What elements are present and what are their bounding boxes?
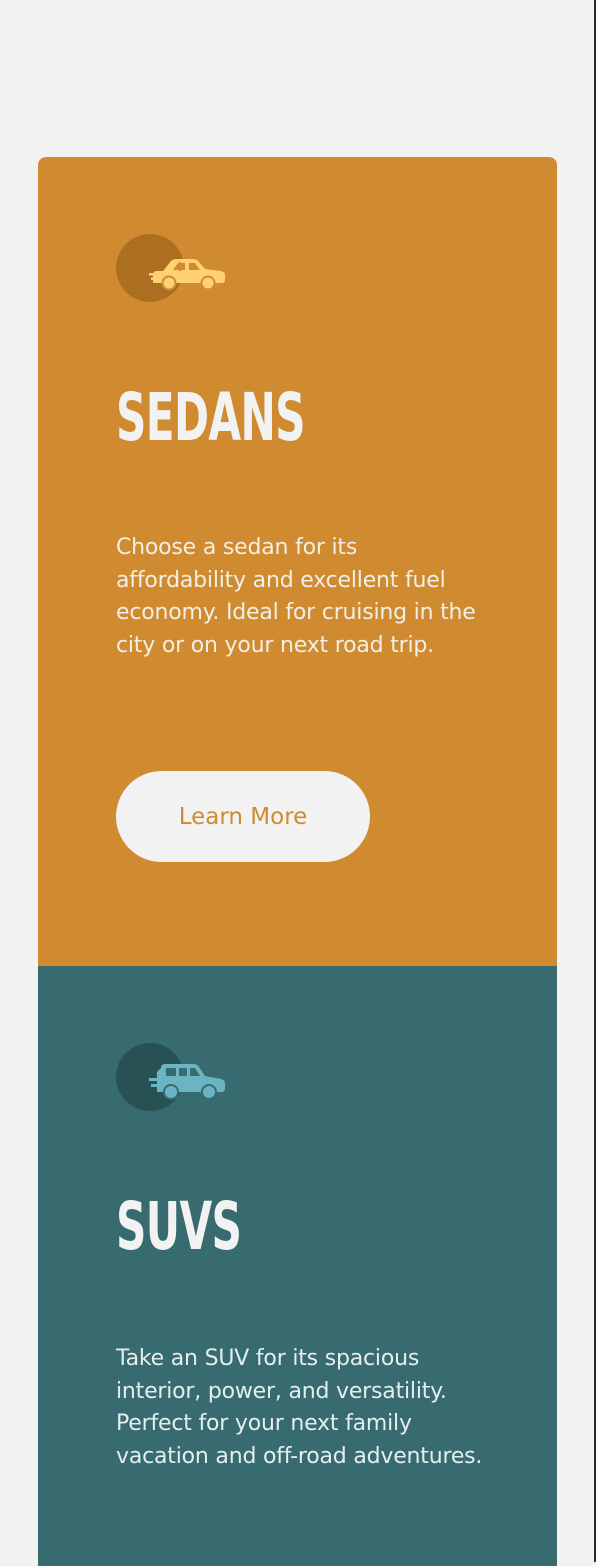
card-title-sedans: SEDANS (116, 379, 306, 456)
card-suvs: SUVS Take an SUV for its spacious interi… (38, 966, 557, 1566)
suv-car-icon (149, 1064, 225, 1100)
suv-icon-container (116, 966, 228, 1113)
card-description-sedans: Choose a sedan for its affordability and… (116, 535, 476, 658)
sedan-car-icon (149, 259, 225, 291)
sedan-icon-container (116, 157, 228, 304)
card-sedans: SEDANS Choose a sedan for its affordabil… (38, 157, 557, 966)
learn-more-button-sedans[interactable]: Learn More (116, 771, 370, 862)
car-category-cards: SEDANS Choose a sedan for its affordabil… (38, 157, 557, 1566)
card-description-suvs: Take an SUV for its spacious interior, p… (116, 1346, 483, 1469)
card-title-suvs: SUVS (116, 1188, 242, 1265)
